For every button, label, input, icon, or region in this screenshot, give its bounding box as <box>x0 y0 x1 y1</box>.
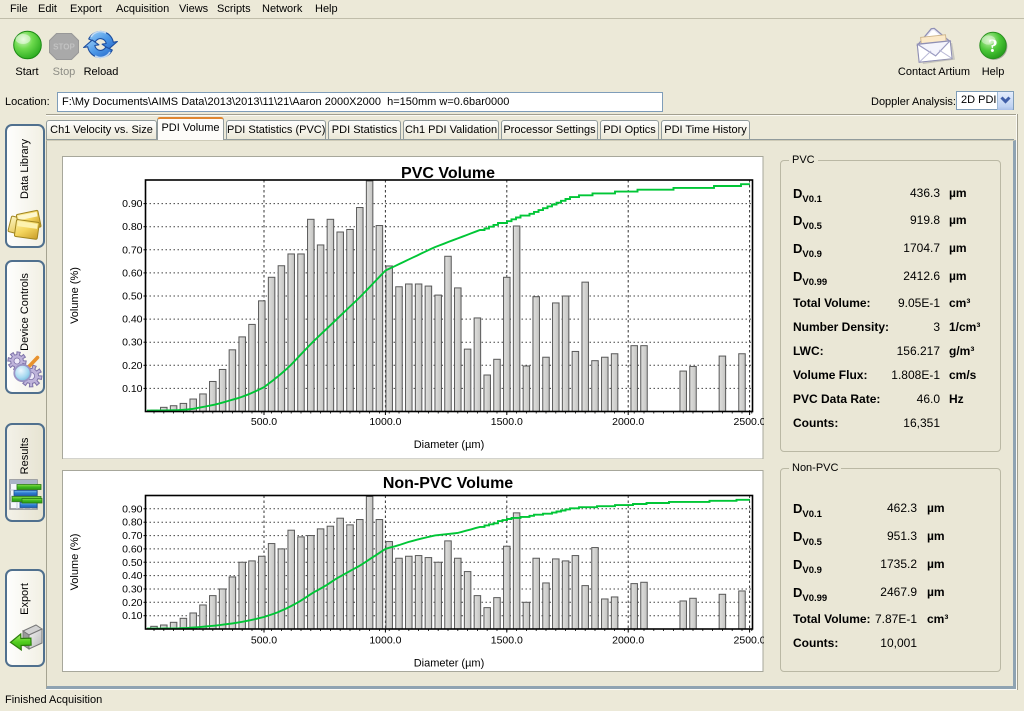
svg-text:Diameter (µm): Diameter (µm) <box>414 439 485 451</box>
svg-text:0.20: 0.20 <box>122 597 143 609</box>
svg-text:Non-PVC Volume: Non-PVC Volume <box>383 475 513 492</box>
svg-text:0.90: 0.90 <box>122 198 143 210</box>
svg-text:0.60: 0.60 <box>122 543 143 555</box>
svg-text:0.90: 0.90 <box>122 503 143 515</box>
svg-text:2000.0: 2000.0 <box>612 635 644 647</box>
svg-text:500.0: 500.0 <box>251 635 277 647</box>
svg-text:0.30: 0.30 <box>122 336 143 348</box>
svg-text:0.40: 0.40 <box>122 313 143 325</box>
svg-text:Volume (%): Volume (%) <box>69 534 81 591</box>
svg-text:500.0: 500.0 <box>251 416 277 428</box>
svg-text:0.70: 0.70 <box>122 530 143 542</box>
svg-text:0.50: 0.50 <box>122 557 143 569</box>
svg-text:0.60: 0.60 <box>122 267 143 279</box>
svg-text:0.10: 0.10 <box>122 382 143 394</box>
svg-text:1500.0: 1500.0 <box>491 416 523 428</box>
svg-text:2000.0: 2000.0 <box>612 416 644 428</box>
svg-text:Diameter (µm): Diameter (µm) <box>414 658 485 670</box>
svg-text:Volume (%): Volume (%) <box>69 267 81 324</box>
svg-text:0.80: 0.80 <box>122 517 143 529</box>
svg-text:0.30: 0.30 <box>122 584 143 596</box>
svg-text:2500.0: 2500.0 <box>734 635 764 647</box>
svg-text:0.50: 0.50 <box>122 290 143 302</box>
svg-text:1500.0: 1500.0 <box>491 635 523 647</box>
svg-text:0.10: 0.10 <box>122 610 143 622</box>
svg-text:0.70: 0.70 <box>122 244 143 256</box>
svg-text:0.40: 0.40 <box>122 570 143 582</box>
svg-text:2500.0: 2500.0 <box>734 416 764 428</box>
svg-text:0.20: 0.20 <box>122 359 143 371</box>
svg-text:0.80: 0.80 <box>122 221 143 233</box>
svg-text:STOP: STOP <box>53 43 75 52</box>
svg-text:?: ? <box>988 36 998 57</box>
svg-text:1000.0: 1000.0 <box>369 635 401 647</box>
svg-text:1000.0: 1000.0 <box>369 416 401 428</box>
